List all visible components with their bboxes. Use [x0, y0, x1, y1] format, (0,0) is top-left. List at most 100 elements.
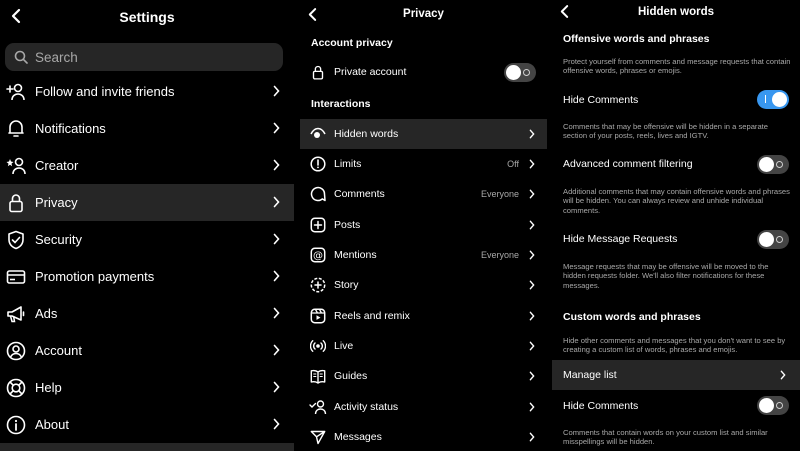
offensive-description: Protect yourself from comments and messa…: [563, 57, 791, 76]
chevron-right-icon: [273, 344, 280, 356]
guides-icon: [309, 367, 327, 385]
lock-icon: [309, 63, 327, 81]
hide-comments-custom-toggle[interactable]: [757, 396, 789, 415]
hide-message-requests-toggle[interactable]: [757, 230, 789, 249]
chevron-right-icon: [529, 371, 535, 381]
settings-item-security[interactable]: Security: [0, 221, 294, 258]
privacy-panel: Privacy Account privacy Private account …: [300, 0, 547, 451]
privacy-item-comments[interactable]: Comments Everyone: [300, 179, 547, 209]
section-header-offensive: Offensive words and phrases: [563, 33, 710, 45]
privacy-item-posts[interactable]: Posts: [300, 210, 547, 240]
send-icon: [309, 428, 327, 446]
chevron-right-icon: [273, 270, 280, 282]
privacy-item-label: Messages: [334, 431, 382, 443]
settings-header: Settings: [0, 0, 294, 34]
settings-item-label: Ads: [35, 306, 58, 321]
chevron-left-icon: [560, 4, 568, 18]
chevron-right-icon: [529, 189, 535, 199]
chevron-right-icon: [273, 159, 280, 171]
info-icon: [5, 414, 27, 436]
settings-item-creator[interactable]: Creator: [0, 147, 294, 184]
page-title: Privacy: [403, 8, 444, 20]
manage-list-button[interactable]: Manage list: [552, 360, 800, 390]
manage-list-label: Manage list: [563, 369, 617, 381]
privacy-item-reels-and-remix[interactable]: Reels and remix: [300, 301, 547, 331]
chevron-right-icon: [529, 311, 535, 321]
chevron-right-icon: [273, 418, 280, 430]
chevron-right-icon: [529, 432, 535, 442]
toggle-knob: [506, 65, 521, 80]
toggle-knob: [772, 92, 787, 107]
chevron-right-icon: [780, 370, 786, 380]
chevron-right-icon: [273, 307, 280, 319]
settings-panel: Settings Search Follow and invite friend…: [0, 0, 294, 451]
privacy-item-label: Story: [334, 279, 359, 291]
privacy-item-limits[interactable]: Limits Off: [300, 149, 547, 179]
lock-icon: [5, 192, 27, 214]
hide-message-requests-label: Hide Message Requests: [563, 233, 678, 245]
privacy-item-label: Comments: [334, 188, 385, 200]
lifebuoy-icon: [5, 377, 27, 399]
advanced-filtering-description: Additional comments that may contain off…: [563, 187, 790, 215]
advanced-filtering-toggle[interactable]: [757, 155, 789, 174]
svg-text:@: @: [313, 251, 323, 262]
hide-message-requests-description: Message requests that may be offensive w…: [563, 262, 769, 290]
custom-description: Hide other comments and messages that yo…: [563, 336, 786, 355]
settings-item-label: Help: [35, 380, 62, 395]
privacy-header: Privacy: [300, 0, 547, 28]
settings-item-notifications[interactable]: Notifications: [0, 110, 294, 147]
settings-item-follow[interactable]: Follow and invite friends: [0, 73, 294, 110]
settings-item-label: Creator: [35, 158, 79, 173]
section-header-interactions: Interactions: [311, 98, 371, 110]
hide-comments-custom-description: Comments that contain words on your cust…: [563, 428, 768, 447]
settings-item-label: About: [35, 417, 69, 432]
comment-icon: [309, 185, 327, 203]
settings-item-ads[interactable]: Ads: [0, 295, 294, 332]
back-button[interactable]: [554, 1, 574, 21]
chevron-right-icon: [529, 341, 535, 351]
privacy-item-live[interactable]: Live: [300, 331, 547, 361]
chevron-right-icon: [529, 159, 535, 169]
settings-item-about[interactable]: About: [0, 406, 294, 443]
chevron-right-icon: [529, 129, 535, 139]
shield-icon: [5, 229, 27, 251]
story-icon: [309, 276, 327, 294]
privacy-item-guides[interactable]: Guides: [300, 361, 547, 391]
hide-comments-toggle[interactable]: [757, 90, 789, 109]
at-icon: @: [309, 246, 327, 264]
chevron-right-icon: [529, 280, 535, 290]
privacy-item-mentions[interactable]: @ Mentions Everyone: [300, 240, 547, 270]
privacy-item-messages[interactable]: Messages: [300, 422, 547, 451]
privacy-item-value: Off: [507, 159, 519, 169]
settings-item-privacy[interactable]: Privacy: [0, 184, 294, 221]
chevron-right-icon: [529, 402, 535, 412]
chevron-right-icon: [273, 233, 280, 245]
hidden-words-panel: Hidden words Offensive words and phrases…: [552, 0, 800, 451]
alert-icon: [309, 155, 327, 173]
hide-comments-custom-label: Hide Comments: [563, 400, 639, 412]
settings-item-help[interactable]: Help: [0, 369, 294, 406]
bell-icon: [5, 118, 27, 140]
chevron-right-icon: [273, 381, 280, 393]
creator-icon: [5, 155, 27, 177]
toggle-knob: [759, 157, 774, 172]
privacy-item-story[interactable]: Story: [300, 270, 547, 300]
privacy-item-hidden-words[interactable]: Hidden words: [300, 119, 547, 149]
private-account-toggle[interactable]: [504, 63, 536, 82]
back-button[interactable]: [302, 4, 322, 24]
settings-item-account[interactable]: Account: [0, 332, 294, 369]
add-person-icon: [5, 81, 27, 103]
privacy-item-label: Limits: [334, 158, 362, 170]
privacy-item-activity-status[interactable]: Activity status: [300, 392, 547, 422]
hide-comments-description: Comments that may be offensive will be h…: [563, 122, 769, 141]
settings-item-label: Security: [35, 232, 82, 247]
search-placeholder: Search: [35, 49, 78, 65]
advanced-filtering-label: Advanced comment filtering: [563, 158, 693, 170]
privacy-item-label: Mentions: [334, 249, 377, 261]
privacy-item-value: Everyone: [480, 250, 519, 260]
search-input[interactable]: Search: [5, 43, 283, 71]
back-button[interactable]: [6, 6, 26, 26]
settings-item-promotion-payments[interactable]: Promotion payments: [0, 258, 294, 295]
account-icon: [5, 340, 27, 362]
chevron-right-icon: [529, 250, 535, 260]
